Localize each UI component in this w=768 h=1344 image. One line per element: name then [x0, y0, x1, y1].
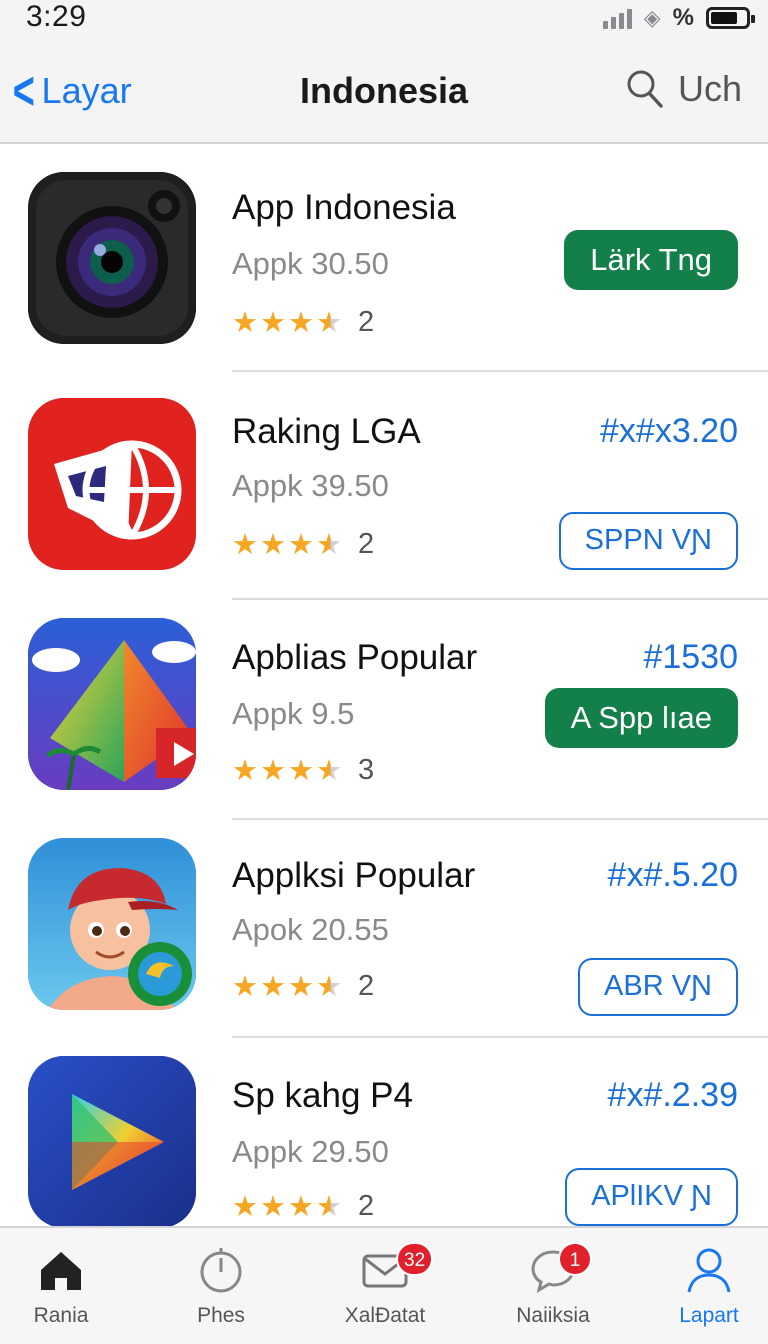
app-name: Applksi Popular [232, 856, 476, 895]
app-name: Raking LGA [232, 412, 421, 451]
globe-flag-icon [28, 398, 196, 570]
search-label: Uch [677, 68, 742, 109]
list-item[interactable]: Raking LGA Appk 39.50 ★ ★ ★ ★ 2 #x#x3.20… [0, 372, 768, 600]
app-subtitle: Appk 39.50 [232, 468, 389, 503]
app-action-button[interactable]: Lärk Tng [564, 230, 738, 290]
list-item[interactable]: Applksi Popular Apok 20.55 ★ ★ ★ ★ 2 #x#… [0, 820, 768, 1038]
tab-lapart[interactable]: Lapart [634, 1228, 768, 1344]
half-star-icon: ★ [316, 1190, 342, 1223]
star-icon: ★ [288, 1190, 314, 1223]
star-icon: ★ [288, 528, 314, 561]
star-icon: ★ [260, 306, 286, 339]
star-icon: ★ [288, 306, 314, 339]
star-icon: ★ [260, 970, 286, 1003]
star-icon: ★ [232, 970, 258, 1003]
tab-bar: Rania Phes 32 XalÐatat 1 Naiiksia Lapart [0, 1226, 768, 1344]
star-icon: ★ [232, 528, 258, 561]
list-item[interactable]: Apblias Popular Appk 9.5 ★ ★ ★ ★ 3 #1530… [0, 600, 768, 820]
rating-stars: ★ ★ ★ ★ 2 [232, 528, 374, 561]
app-action-button[interactable]: APlIKV Ɲ [565, 1168, 738, 1226]
app-name: App Indonesia [232, 188, 456, 227]
wifi-icon: ◈ [643, 5, 661, 30]
app-subtitle: Appk 29.50 [232, 1134, 389, 1169]
notification-badge: 32 [396, 1242, 434, 1276]
tab-label: Rania [33, 1304, 89, 1327]
rating-stars: ★ ★ ★ ★ 2 [232, 1190, 374, 1223]
tab-label: Phes [197, 1304, 245, 1327]
app-subtitle: Appk 9.5 [232, 696, 355, 731]
rating-stars: ★ ★ ★ ★ 2 [232, 970, 374, 1003]
camera-icon [28, 172, 196, 344]
list-item[interactable]: App Indonesia Appk 30.50 ★ ★ ★ ★ 2 Lärk … [0, 146, 768, 372]
status-bar: 3:29 ◈ % [0, 0, 768, 40]
rating-count: 2 [358, 306, 375, 338]
app-price: #x#.5.20 [607, 856, 738, 894]
search-button[interactable]: Uch [626, 68, 742, 110]
app-subtitle: Apok 20.55 [232, 912, 389, 947]
app-name: Apblias Popular [232, 638, 478, 677]
rating-count: 2 [358, 970, 375, 1002]
status-icons: ◈ % [602, 4, 755, 32]
clock-icon [200, 1248, 242, 1293]
tab-naiiksia[interactable]: 1 Naiiksia [478, 1228, 628, 1344]
rating-count: 3 [358, 754, 375, 786]
star-icon: ★ [232, 754, 258, 787]
half-star-icon: ★ [316, 528, 342, 561]
search-icon [627, 70, 663, 108]
battery-icon [706, 7, 755, 29]
cartoon-boy-icon [28, 838, 196, 1010]
star-icon: ★ [260, 754, 286, 787]
navigation-bar: < Layar Indonesia Uch [0, 40, 768, 144]
half-star-icon: ★ [316, 306, 342, 339]
star-icon: ★ [260, 1190, 286, 1223]
tab-xaldatat[interactable]: 32 XalÐatat [310, 1228, 460, 1344]
tab-label: Naiiksia [516, 1304, 590, 1327]
list-item[interactable]: Sp kahg P4 Appk 29.50 ★ ★ ★ ★ 2 #x#.2.39… [0, 1038, 768, 1228]
half-star-icon: ★ [316, 970, 342, 1003]
home-icon [41, 1252, 81, 1290]
person-icon [687, 1248, 731, 1293]
status-time: 3:29 [26, 0, 87, 33]
app-name: Sp kahg P4 [232, 1076, 413, 1115]
rating-stars: ★ ★ ★ ★ 3 [232, 754, 374, 787]
tab-label: Lapart [679, 1304, 739, 1327]
back-label: Layar [41, 70, 132, 111]
app-action-button[interactable]: SPPN VƝ [558, 512, 738, 570]
rating-stars: ★ ★ ★ ★ 2 [232, 306, 374, 339]
tab-phes[interactable]: Phes [146, 1228, 296, 1344]
star-icon: ★ [288, 754, 314, 787]
tab-rania[interactable]: Rania [0, 1228, 136, 1344]
app-action-button[interactable]: A Spp lıae [544, 688, 738, 748]
signal-icon [602, 7, 632, 29]
play-triangle-icon [28, 1056, 196, 1228]
chevron-left-icon: < [12, 61, 35, 121]
star-icon: ★ [260, 528, 286, 561]
star-icon: ★ [288, 970, 314, 1003]
pyramid-icon [28, 618, 196, 790]
star-icon: ★ [232, 1190, 258, 1223]
tab-label: XalÐatat [344, 1304, 426, 1327]
rating-count: 2 [358, 528, 375, 560]
star-icon: ★ [232, 306, 258, 339]
app-action-button[interactable]: ABR VƝ [578, 958, 738, 1016]
rating-count: 2 [358, 1190, 375, 1222]
app-subtitle: Appk 30.50 [232, 246, 389, 281]
app-price: #x#x3.20 [600, 412, 738, 450]
percent-icon: % [672, 4, 694, 31]
app-store-screen: 3:29 ◈ % < Layar Indonesia Uch App Indon… [0, 0, 768, 1344]
half-star-icon: ★ [316, 754, 342, 787]
app-price: #1530 [643, 638, 738, 676]
notification-badge: 1 [558, 1242, 592, 1276]
app-price: #x#.2.39 [607, 1076, 738, 1114]
back-button[interactable]: < Layar [8, 64, 132, 118]
